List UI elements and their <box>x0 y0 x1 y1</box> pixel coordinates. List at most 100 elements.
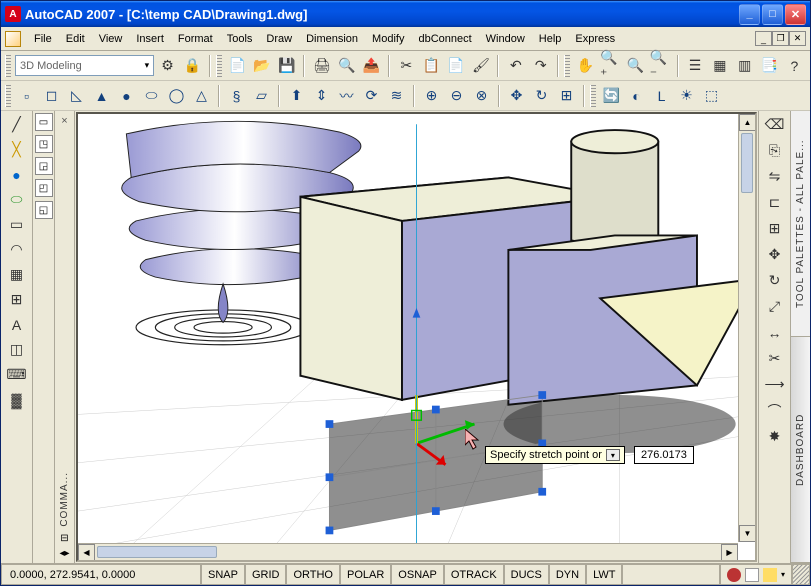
arc-button[interactable]: ◠ <box>5 238 28 261</box>
copy-button[interactable]: 📋 <box>420 54 443 77</box>
zoom-window-button[interactable]: 🔍 <box>624 54 647 77</box>
resize-grip[interactable] <box>792 564 810 585</box>
tray-settings-icon[interactable] <box>763 568 777 582</box>
plot-preview-button[interactable]: 🔍 <box>335 54 358 77</box>
comm-center-icon[interactable] <box>727 568 741 582</box>
helix-button[interactable]: § <box>225 84 248 107</box>
swatch-button[interactable]: ▓ <box>5 388 28 411</box>
menu-window[interactable]: Window <box>479 30 532 48</box>
box-button[interactable]: ◻ <box>40 84 63 107</box>
minimize-button[interactable]: _ <box>739 4 760 25</box>
trim-button[interactable]: ✂ <box>763 347 786 370</box>
dynamic-input-value[interactable]: 276.0173 <box>634 446 694 464</box>
scroll-left-button[interactable]: ◀ <box>78 544 95 561</box>
hatch-button[interactable]: ▦ <box>5 263 28 286</box>
erase-button[interactable]: ⌫ <box>763 113 786 136</box>
close-button[interactable]: ✕ <box>785 4 806 25</box>
scroll-down-button[interactable]: ▼ <box>739 525 756 542</box>
stretch-button[interactable]: ↔ <box>763 321 786 344</box>
lwt-toggle[interactable]: LWT <box>586 564 622 585</box>
extrude-button[interactable]: ⬆ <box>285 84 308 107</box>
menu-draw[interactable]: Draw <box>259 30 299 48</box>
3d-rotate-button[interactable]: ↻ <box>530 84 553 107</box>
menu-view[interactable]: View <box>92 30 130 48</box>
menu-dimension[interactable]: Dimension <box>299 30 365 48</box>
move-button[interactable]: ✥ <box>763 243 786 266</box>
menu-dbconnect[interactable]: dbConnect <box>411 30 478 48</box>
horizontal-scrollbar[interactable]: ◀ ▶ <box>78 543 738 560</box>
union-button[interactable]: ⊕ <box>420 84 443 107</box>
sweep-button[interactable]: 〰 <box>335 84 358 107</box>
cylinder-tool-button[interactable]: ⬭ <box>5 188 28 211</box>
intersect-button[interactable]: ⊗ <box>470 84 493 107</box>
design-center-button[interactable]: ▦ <box>708 54 731 77</box>
extend-button[interactable]: ⟶ <box>763 373 786 396</box>
torus-button[interactable]: ◯ <box>165 84 188 107</box>
array-button[interactable]: ⊞ <box>763 217 786 240</box>
conceptual-button[interactable]: ◱ <box>35 201 53 219</box>
toolbar-grip[interactable] <box>5 55 11 77</box>
menu-modify[interactable]: Modify <box>365 30 411 48</box>
3d-hidden-button[interactable]: ◲ <box>35 157 53 175</box>
menu-format[interactable]: Format <box>171 30 220 48</box>
new-button[interactable]: 📄 <box>226 54 249 77</box>
loft-button[interactable]: ≋ <box>385 84 408 107</box>
line-button[interactable]: ╱ <box>5 113 28 136</box>
help-button[interactable]: ? <box>783 54 806 77</box>
cut-button[interactable]: ✂ <box>395 54 418 77</box>
mdi-close-button[interactable]: ✕ <box>789 31 806 46</box>
mirror-button[interactable]: ⇋ <box>763 165 786 188</box>
coordinates-display[interactable]: 0.0000, 272.9541, 0.0000 <box>1 564 201 585</box>
toolbar-grip[interactable] <box>216 55 222 77</box>
publish-button[interactable]: 📤 <box>360 54 383 77</box>
revolve-button[interactable]: ⟳ <box>360 84 383 107</box>
subtract-button[interactable]: ⊖ <box>445 84 468 107</box>
open-button[interactable]: 📂 <box>251 54 274 77</box>
scroll-right-button[interactable]: ▶ <box>721 544 738 561</box>
toolbar-grip[interactable] <box>564 55 570 77</box>
block-button[interactable]: ◫ <box>5 338 28 361</box>
undo-button[interactable]: ↶ <box>504 54 527 77</box>
fillet-button[interactable]: ⌒ <box>763 399 786 422</box>
menu-tools[interactable]: Tools <box>220 30 260 48</box>
construction-line-button[interactable]: ╳ <box>5 138 28 161</box>
presspull-button[interactable]: ⇕ <box>310 84 333 107</box>
properties-button[interactable]: ☰ <box>684 54 707 77</box>
plot-button[interactable]: 🖨 <box>310 54 333 77</box>
menu-help[interactable]: Help <box>532 30 569 48</box>
table-button[interactable]: ⊞ <box>5 288 28 311</box>
grid-toggle[interactable]: GRID <box>245 564 287 585</box>
drawing-viewport[interactable] <box>78 114 755 560</box>
pyramid-button[interactable]: △ <box>190 84 213 107</box>
redo-button[interactable]: ↷ <box>529 54 552 77</box>
section-plane-button[interactable]: ⬚ <box>700 84 723 107</box>
mdi-minimize-button[interactable]: _ <box>755 31 772 46</box>
dyn-toggle[interactable]: DYN <box>549 564 586 585</box>
menu-edit[interactable]: Edit <box>59 30 92 48</box>
command-line-palette[interactable]: × COMMA... ⊟ ◂▸ <box>55 111 75 563</box>
snap-toggle[interactable]: SNAP <box>201 564 245 585</box>
rotate-button[interactable]: ↻ <box>763 269 786 292</box>
render-button[interactable]: ☀ <box>675 84 698 107</box>
ortho-toggle[interactable]: ORTHO <box>286 564 340 585</box>
palette-handle-icon[interactable]: ⊟ <box>60 533 68 544</box>
ucs-button[interactable]: L <box>650 84 673 107</box>
3d-move-button[interactable]: ✥ <box>505 84 528 107</box>
offset-button[interactable]: ⊏ <box>763 191 786 214</box>
realistic-button[interactable]: ◰ <box>35 179 53 197</box>
save-button[interactable]: 💾 <box>276 54 299 77</box>
scroll-thumb[interactable] <box>97 546 217 558</box>
zoom-previous-button[interactable]: 🔍⁻ <box>649 54 672 77</box>
menu-insert[interactable]: Insert <box>129 30 171 48</box>
3d-orbit-button[interactable]: 🔄 <box>600 84 623 107</box>
2d-wireframe-button[interactable]: ▭ <box>35 113 53 131</box>
scroll-up-button[interactable]: ▲ <box>739 114 756 131</box>
polysolid-button[interactable]: ▫ <box>15 84 38 107</box>
vertical-scrollbar[interactable]: ▲ ▼ <box>738 114 755 542</box>
maximize-button[interactable]: □ <box>762 4 783 25</box>
copy-object-button[interactable]: ⎘ <box>763 139 786 162</box>
cone-button[interactable]: ▲ <box>90 84 113 107</box>
planar-surface-button[interactable]: ▱ <box>250 84 273 107</box>
workspace-lock-button[interactable]: 🔒 <box>181 54 204 77</box>
rectangle-button[interactable]: ▭ <box>5 213 28 236</box>
